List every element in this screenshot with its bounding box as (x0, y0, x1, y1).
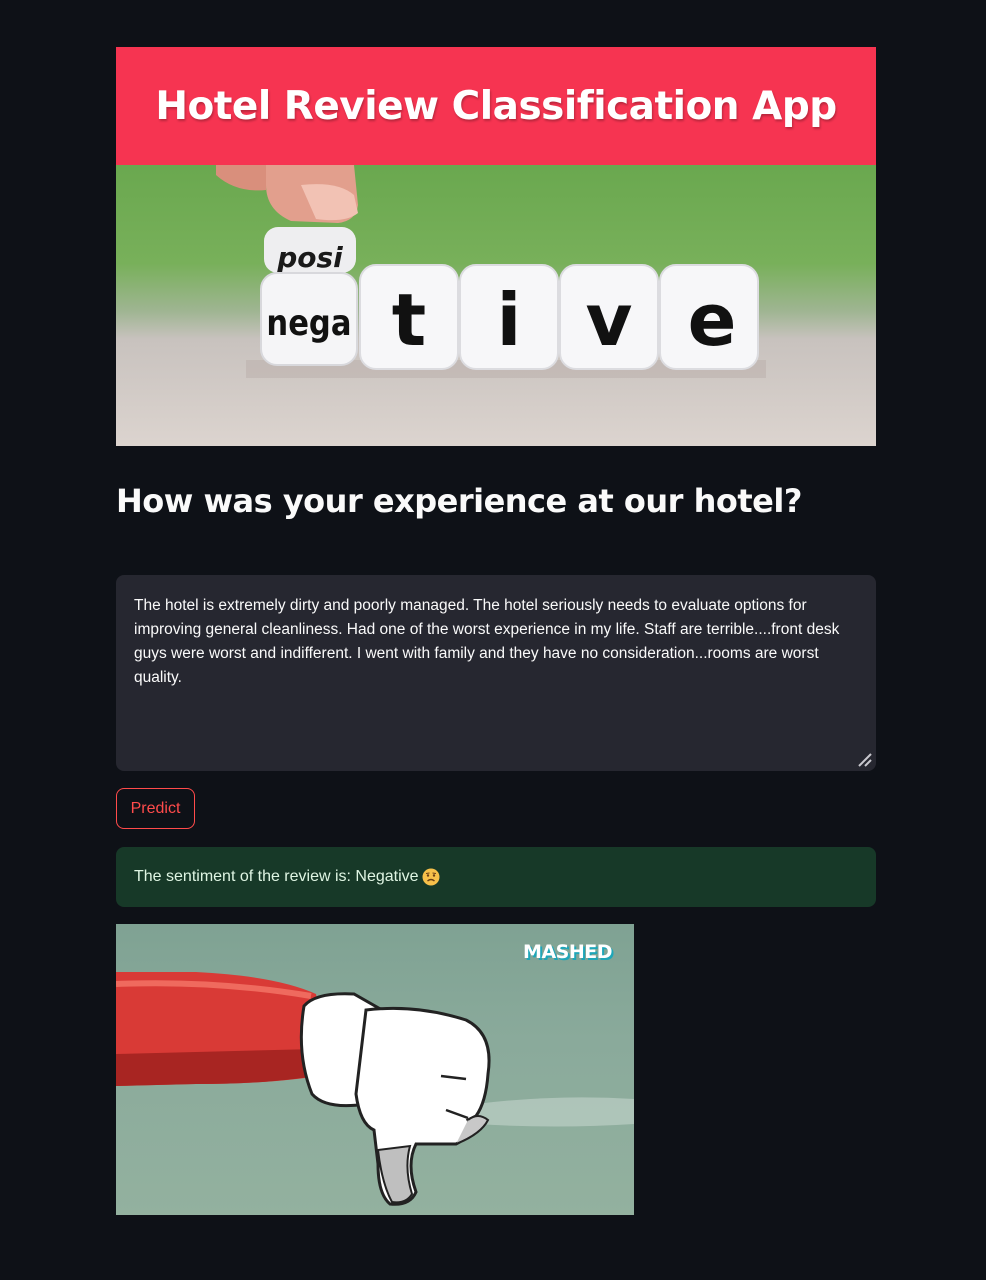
svg-text:v: v (586, 278, 633, 362)
review-textarea[interactable]: The hotel is extremely dirty and poorly … (116, 575, 876, 771)
die-front-label: nega (266, 302, 351, 344)
die-e: e (659, 264, 759, 370)
app-title: Hotel Review Classification App (155, 83, 837, 129)
svg-text:t: t (392, 278, 426, 362)
dice-illustration: posi nega t i v e (216, 165, 766, 378)
svg-text:i: i (497, 278, 522, 362)
streamlit-page: Hotel Review Classification App posi neg… (0, 0, 986, 1280)
die-v: v (559, 264, 659, 370)
question-heading: How was your experience at our hotel? (116, 482, 802, 520)
die-top-label: posi (276, 241, 343, 274)
predict-button[interactable]: Predict (116, 788, 195, 829)
result-alert: The sentiment of the review is: Negative (116, 847, 876, 907)
hero-image: posi nega t i v e (116, 165, 876, 446)
finger-illustration (216, 165, 358, 223)
die-i: i (459, 264, 559, 370)
svg-text:e: e (688, 278, 737, 362)
resize-handle-icon[interactable] (856, 751, 874, 769)
die-t: t (359, 264, 459, 370)
thumbs-down-icon (116, 972, 634, 1206)
thumbs-down-gif: MASHED (116, 924, 634, 1215)
sad-face-icon (422, 868, 440, 886)
title-banner: Hotel Review Classification App (116, 47, 876, 165)
die-posi-nega: posi nega (260, 227, 358, 366)
mashed-logo: MASHED (523, 941, 612, 963)
result-message: The sentiment of the review is: Negative (134, 868, 419, 885)
